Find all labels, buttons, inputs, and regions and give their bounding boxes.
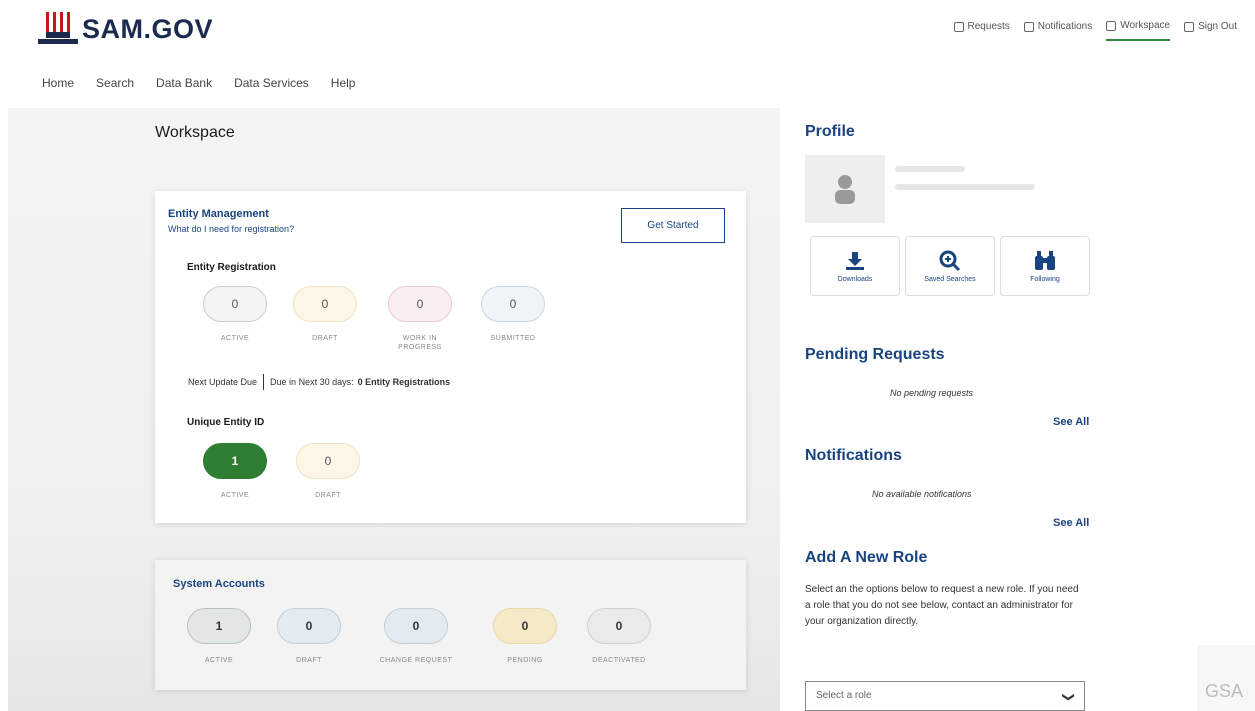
next-update-label: Next Update Due (188, 377, 258, 387)
pending-see-all-link[interactable]: See All (1053, 416, 1089, 428)
downloads-label: Downloads (837, 275, 873, 283)
sa-active-label: ACTIVE (204, 657, 234, 664)
downloads-tile[interactable]: Downloads (810, 236, 900, 296)
entity-submitted-pill[interactable]: 0 (481, 286, 545, 322)
following-tile[interactable]: Following (1000, 236, 1090, 296)
sa-draft-label: DRAFT (296, 657, 322, 664)
nav-home[interactable]: Home (42, 76, 74, 90)
util-signout[interactable]: Sign Out (1184, 20, 1237, 41)
get-started-button[interactable]: Get Started (621, 208, 725, 243)
role-select[interactable]: Select a role ❯ (805, 681, 1085, 711)
entity-draft-pill[interactable]: 0 (293, 286, 357, 322)
saved-searches-tile[interactable]: Saved Searches (905, 236, 995, 296)
entity-submitted-label: SUBMITTED (490, 335, 536, 342)
following-label: Following (1030, 275, 1060, 283)
entity-management-title[interactable]: Entity Management (168, 208, 269, 220)
download-icon (846, 251, 864, 270)
sa-change-request-label: CHANGE REQUEST (379, 657, 453, 664)
gsa-badge: GSA (1198, 645, 1255, 711)
notifications-title: Notifications (805, 447, 902, 464)
add-role-title: Add A New Role (805, 549, 928, 566)
util-requests[interactable]: Requests (953, 20, 1010, 41)
sa-draft-pill[interactable]: 0 (277, 608, 341, 644)
uei-active-pill[interactable]: 1 (203, 443, 267, 479)
due-text: Due in Next 30 days: (270, 377, 354, 387)
role-select-value: Select a role (816, 690, 872, 701)
nav-search[interactable]: Search (96, 76, 134, 90)
sa-deactivated-pill[interactable]: 0 (587, 608, 651, 644)
signout-icon (1184, 21, 1195, 32)
chevron-down-icon: ❯ (1061, 691, 1076, 703)
logo-text: SAM.GOV (82, 13, 214, 44)
util-workspace[interactable]: Workspace (1106, 20, 1171, 41)
entity-active-label: ACTIVE (220, 335, 250, 342)
sa-pending-label: PENDING (507, 657, 543, 664)
nav-data-bank[interactable]: Data Bank (156, 76, 212, 90)
entity-wip-pill[interactable]: 0 (388, 286, 452, 322)
sam-logo[interactable]: SAM.GOV (38, 12, 213, 46)
main-nav: Home Search Data Bank Data Services Help (42, 76, 377, 90)
next-update-line: Next Update Due Due in Next 30 days: 0 E… (188, 374, 450, 390)
pending-requests-title: Pending Requests (805, 346, 945, 363)
sa-change-request-pill[interactable]: 0 (384, 608, 448, 644)
pending-requests-empty: No pending requests (890, 388, 974, 398)
util-notifications-label: Notifications (1037, 21, 1093, 32)
profile-title: Profile (805, 123, 855, 140)
entity-draft-label: DRAFT (312, 335, 338, 342)
page-title: Workspace (155, 124, 235, 141)
magnifier-plus-icon (939, 250, 961, 271)
system-accounts-card: System Accounts 1 0 0 0 0 ACTIVE DRAFT C… (155, 560, 746, 690)
system-accounts-title[interactable]: System Accounts (173, 578, 265, 590)
util-signout-label: Sign Out (1198, 21, 1237, 32)
entity-wip-label: WORK IN PROGRESS (398, 335, 442, 352)
user-silhouette-icon (835, 175, 855, 204)
divider (263, 374, 265, 390)
profile-email-redacted (895, 184, 1035, 190)
uei-draft-pill[interactable]: 0 (296, 443, 360, 479)
sa-pending-pill[interactable]: 0 (493, 608, 557, 644)
avatar (805, 155, 885, 223)
site-header: SAM.GOV Requests Notifications Workspace… (0, 0, 1255, 60)
notifications-see-all-link[interactable]: See All (1053, 517, 1089, 529)
document-icon (953, 21, 964, 32)
uncle-sam-hat-icon (38, 12, 78, 44)
util-requests-label: Requests (967, 21, 1010, 32)
util-workspace-label: Workspace (1120, 20, 1171, 31)
registration-help-link[interactable]: What do I need for registration? (168, 224, 294, 234)
uei-active-label: ACTIVE (220, 492, 250, 499)
notifications-empty: No available notifications (872, 489, 972, 499)
profile-name-redacted (895, 166, 965, 172)
entity-registration-title: Entity Registration (187, 262, 276, 273)
bell-icon (1023, 21, 1034, 32)
util-notifications[interactable]: Notifications (1023, 20, 1093, 41)
add-role-description: Select an the options below to request a… (805, 584, 1079, 627)
entity-active-pill[interactable]: 0 (203, 286, 267, 322)
sa-active-pill[interactable]: 1 (187, 608, 251, 644)
saved-searches-label: Saved Searches (924, 275, 976, 283)
grid-icon (1106, 20, 1117, 31)
entity-management-card: Entity Management What do I need for reg… (155, 191, 746, 523)
uei-draft-label: DRAFT (315, 492, 341, 499)
nav-help[interactable]: Help (331, 76, 356, 90)
sa-deactivated-label: DEACTIVATED (592, 657, 646, 664)
due-count-link[interactable]: 0 Entity Registrations (358, 377, 451, 387)
unique-entity-title: Unique Entity ID (187, 417, 265, 428)
utility-nav: Requests Notifications Workspace Sign Ou… (953, 20, 1237, 41)
binoculars-icon (1035, 250, 1055, 270)
nav-data-services[interactable]: Data Services (234, 76, 309, 90)
